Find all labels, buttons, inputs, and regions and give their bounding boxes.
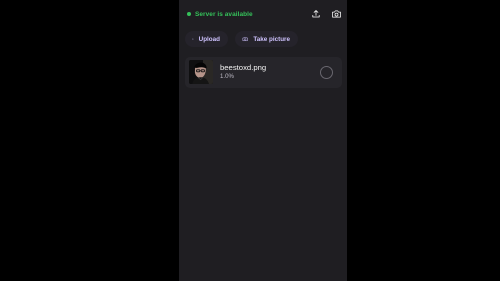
upload-list-item[interactable]: beestoxd.png 1.0%: [185, 57, 342, 88]
camera-icon-button[interactable]: [330, 8, 342, 20]
person-photo-icon: [189, 60, 213, 84]
upload-button[interactable]: Upload: [185, 31, 228, 47]
mobile-screen: Server is available Upload Take picture …: [179, 0, 347, 281]
upload-icon: [192, 38, 194, 40]
action-buttons: Upload Take picture: [185, 31, 298, 47]
file-name: beestoxd.png: [220, 63, 267, 72]
status-dot-icon: [187, 12, 191, 16]
upload-icon: [312, 10, 320, 18]
status-text: Server is available: [195, 10, 253, 18]
image-thumbnail: [189, 60, 213, 84]
upload-icon-button[interactable]: [310, 8, 322, 20]
camera-icon: [242, 36, 248, 42]
take-picture-button[interactable]: Take picture: [235, 31, 298, 47]
take-picture-button-label: Take picture: [253, 35, 290, 43]
top-bar: Server is available: [179, 0, 347, 28]
upload-progress: 1.0%: [220, 73, 234, 80]
server-status: Server is available: [187, 9, 253, 19]
camera-icon: [331, 10, 341, 18]
upload-button-label: Upload: [198, 35, 220, 43]
loading-spinner-icon: [320, 66, 333, 79]
